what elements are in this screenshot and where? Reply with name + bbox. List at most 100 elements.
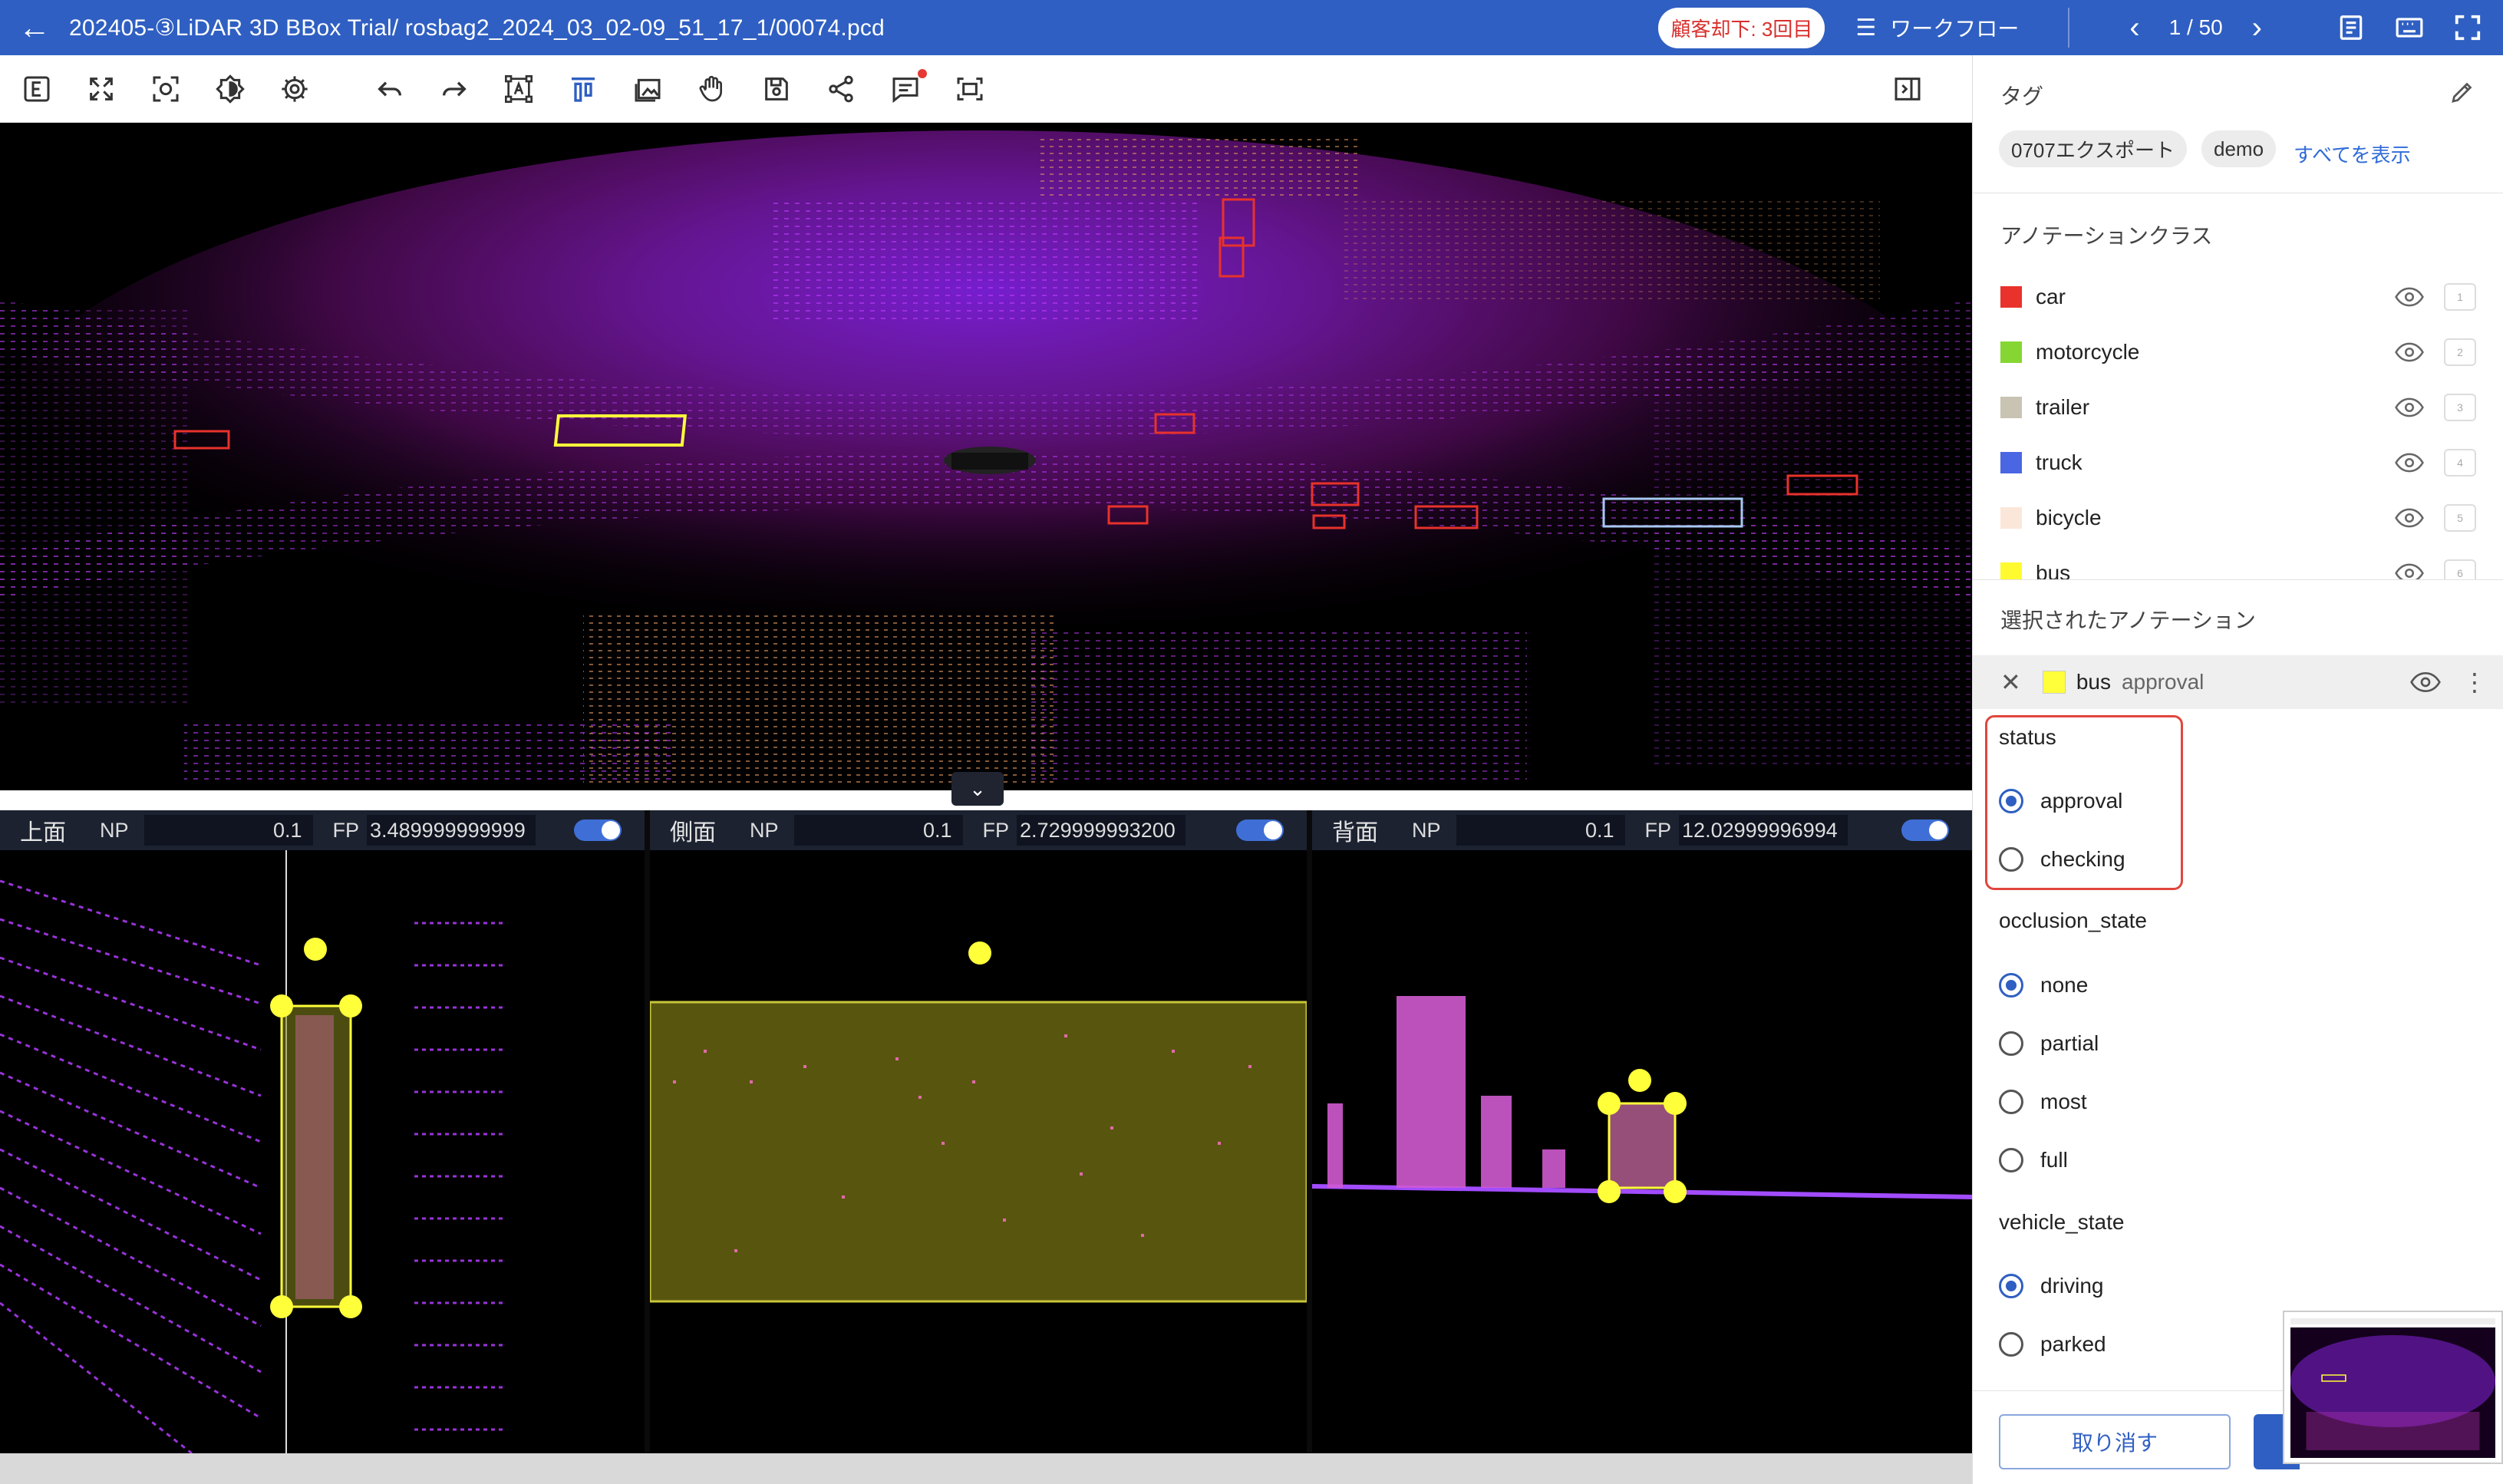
tags-section: タグ 0707エクスポート demo すべてを表示: [1973, 55, 2503, 193]
save-icon[interactable]: [758, 71, 795, 107]
radio-label: checking: [2040, 847, 2125, 871]
eye-icon[interactable]: [2395, 453, 2424, 473]
undo-icon[interactable]: [371, 71, 408, 107]
hand-icon[interactable]: [694, 71, 730, 107]
shortcut-key: 4: [2444, 449, 2476, 477]
radio-occlusion-most[interactable]: most: [1999, 1087, 2087, 1117]
eye-icon[interactable]: [2395, 563, 2424, 580]
radio-label: full: [2040, 1148, 2068, 1172]
back-view-canvas[interactable]: [1312, 850, 1972, 1453]
fp-value-field[interactable]: 12.02999996994: [1679, 815, 1848, 846]
eye-icon[interactable]: [2395, 508, 2424, 528]
radio-circle: [1999, 1274, 2023, 1298]
radio-status-checking[interactable]: checking: [1999, 844, 2125, 875]
view-toggle[interactable]: [1236, 819, 1284, 841]
tag-chip[interactable]: demo: [2201, 130, 2277, 167]
toolbar: [0, 55, 1972, 123]
class-row-truck[interactable]: truck 4: [2000, 441, 2476, 484]
comment-icon[interactable]: [887, 68, 927, 107]
radio-occlusion-partial[interactable]: partial: [1999, 1028, 2099, 1059]
top-view-canvas[interactable]: [0, 850, 645, 1453]
eye-icon[interactable]: [2395, 287, 2424, 307]
brightness-icon[interactable]: [212, 71, 249, 107]
workflow-label: ワークフロー: [1890, 17, 2020, 41]
np-label: NP: [100, 818, 129, 842]
chevron-down-icon[interactable]: ⌄: [951, 772, 1004, 806]
close-icon[interactable]: ✕: [2000, 668, 2021, 697]
e-square-icon[interactable]: [18, 71, 55, 107]
radio-label: approval: [2040, 789, 2123, 813]
view-toggle[interactable]: [1901, 819, 1949, 841]
radio-status-approval[interactable]: approval: [1999, 786, 2122, 816]
side-view[interactable]: 側面 NP 0.1 FP 2.729999993200: [650, 810, 1307, 1453]
horizontal-scrollbar[interactable]: [0, 1453, 1972, 1484]
selected-status: approval: [2121, 670, 2205, 694]
panel-toggle-icon[interactable]: [1889, 71, 1926, 107]
view-name: 上面: [20, 820, 66, 846]
view-toggle[interactable]: [574, 819, 622, 841]
share-icon[interactable]: [823, 71, 859, 107]
back-arrow-icon[interactable]: ←: [0, 0, 69, 55]
class-row-bicycle[interactable]: bicycle 5: [2000, 496, 2476, 539]
sub-views: 上面 NP 0.1 FP 3.489999999999 側面 NP 0.1 FP…: [0, 810, 1972, 1453]
workflow-button[interactable]: ☰ ワークフロー: [1855, 12, 2019, 43]
radio-occlusion-none[interactable]: none: [1999, 970, 2088, 1001]
keyboard-icon[interactable]: [2380, 0, 2439, 55]
class-row-motorcycle[interactable]: motorcycle 2: [2000, 331, 2476, 374]
eye-icon[interactable]: [2395, 397, 2424, 417]
class-name: bicycle: [2036, 506, 2102, 529]
np-value-field[interactable]: 0.1: [143, 815, 313, 846]
fp-value-field[interactable]: 3.489999999999: [367, 815, 536, 846]
occlusion-state-label: occlusion_state: [1999, 909, 2148, 932]
settings-icon[interactable]: [276, 71, 313, 107]
np-value-field[interactable]: 0.1: [793, 815, 963, 846]
radio-vehicle-driving[interactable]: driving: [1999, 1271, 2103, 1301]
point-cloud-canvas: [0, 123, 1972, 790]
view-name: 背面: [1332, 820, 1378, 846]
notification-dot: [918, 68, 927, 78]
top-view-header: 上面 NP 0.1 FP 3.489999999999: [0, 810, 645, 850]
tags-title: タグ: [2000, 84, 2044, 108]
prev-page-icon[interactable]: ‹: [2100, 11, 2168, 45]
eye-icon[interactable]: [2410, 671, 2441, 693]
focus-icon[interactable]: [147, 71, 184, 107]
capture-icon[interactable]: [951, 71, 988, 107]
align-icon[interactable]: [565, 71, 602, 107]
redo-icon[interactable]: [436, 71, 473, 107]
np-value-field[interactable]: 0.1: [1456, 815, 1625, 846]
radio-circle: [1999, 1332, 2023, 1357]
image-icon[interactable]: [629, 71, 666, 107]
class-row-trailer[interactable]: trailer 3: [2000, 386, 2476, 429]
status-label: status: [1999, 725, 2056, 749]
class-row-car[interactable]: car 1: [2000, 275, 2476, 318]
class-row-bus[interactable]: bus 6: [2000, 552, 2476, 580]
side-view-canvas[interactable]: [650, 850, 1307, 1453]
cancel-button[interactable]: 取り消す: [1999, 1414, 2231, 1469]
class-name: trailer: [2036, 395, 2090, 419]
expand-icon[interactable]: [83, 71, 120, 107]
minimap-thumbnail[interactable]: [2283, 1311, 2503, 1464]
document-icon[interactable]: [2322, 0, 2380, 55]
back-view[interactable]: 背面 NP 0.1 FP 12.02999996994: [1312, 810, 1972, 1453]
text-box-icon[interactable]: [500, 71, 537, 107]
radio-vehicle-parked[interactable]: parked: [1999, 1329, 2106, 1360]
more-vertical-icon[interactable]: ⋮: [2462, 668, 2487, 697]
checklist-icon: ☰: [1855, 15, 1877, 41]
radio-occlusion-full[interactable]: full: [1999, 1145, 2068, 1176]
fp-value-field[interactable]: 2.729999993200: [1017, 815, 1186, 846]
classes-title: アノテーションクラス: [2000, 224, 2213, 248]
next-page-icon[interactable]: ›: [2223, 11, 2291, 45]
selected-annotation-row[interactable]: ✕ bus approval ⋮: [1973, 655, 2503, 709]
show-all-tags-link[interactable]: すべてを表示: [2294, 140, 2411, 168]
pencil-icon[interactable]: [2449, 78, 2476, 106]
back-view-header: 背面 NP 0.1 FP 12.02999996994: [1312, 810, 1972, 850]
top-view[interactable]: 上面 NP 0.1 FP 3.489999999999: [0, 810, 645, 1453]
header-divider: [2068, 8, 2070, 48]
main-3d-view[interactable]: [0, 123, 1972, 790]
radio-label: most: [2040, 1090, 2087, 1113]
eye-icon[interactable]: [2395, 342, 2424, 362]
tag-chip[interactable]: 0707エクスポート: [1999, 130, 2188, 167]
fullscreen-icon[interactable]: [2439, 0, 2497, 55]
class-color-swatch: [2000, 286, 2022, 308]
class-color-swatch: [2000, 562, 2022, 579]
